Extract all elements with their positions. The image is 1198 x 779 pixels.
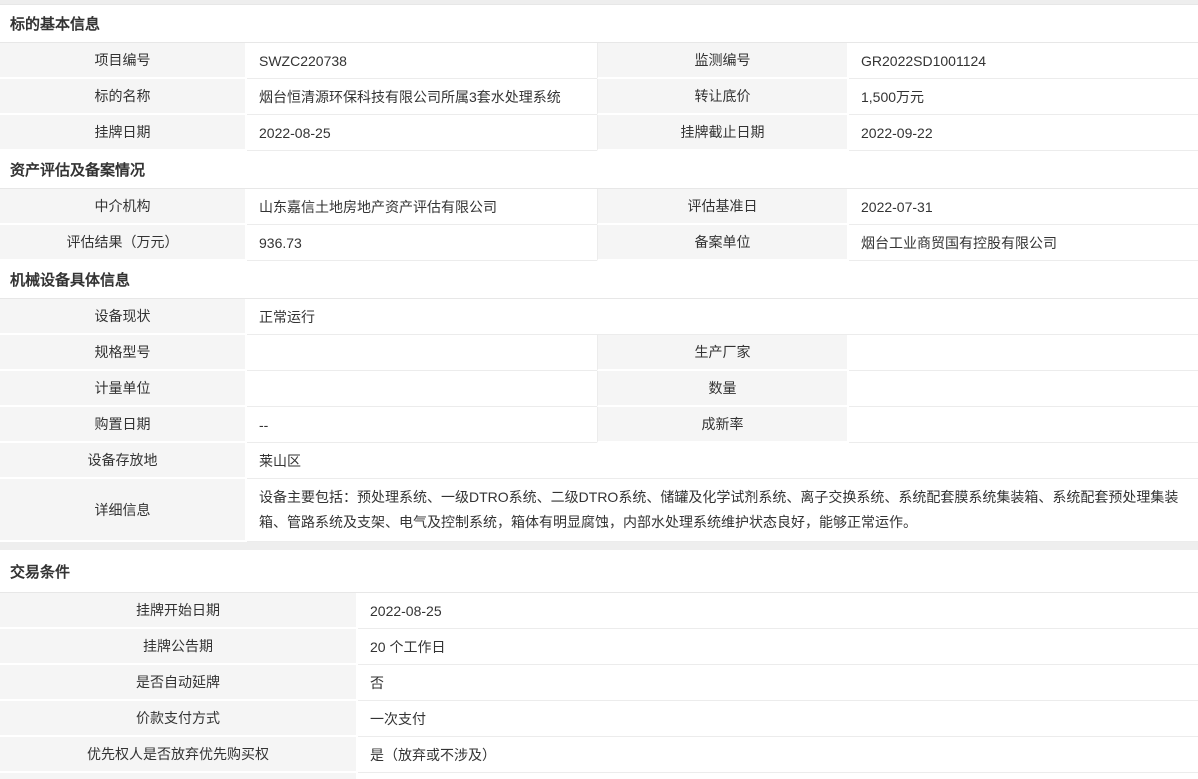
table-row: 规格型号 生产厂家 — [0, 335, 1198, 371]
section-header-appraisal: 资产评估及备案情况 — [0, 151, 1198, 189]
filing-unit-label: 备案单位 — [597, 225, 849, 261]
agency-value: 山东嘉信土地房地产资产评估有限公司 — [247, 189, 597, 225]
payment-method-label: 价款支付方式 — [0, 701, 358, 737]
section-gap-spacer — [0, 542, 1198, 550]
project-number-value: SWZC220738 — [247, 43, 597, 79]
asset-listing-page: 标的基本信息 项目编号 SWZC220738 监测编号 GR2022SD1001… — [0, 0, 1198, 779]
basic-info-table: 项目编号 SWZC220738 监测编号 GR2022SD1001124 标的名… — [0, 43, 1198, 151]
section-title-equipment: 机械设备具体信息 — [10, 269, 130, 290]
preemptive-right-label: 优先权人是否放弃优先购买权 — [0, 737, 358, 773]
table-row: 是否自动延牌 否 — [0, 665, 1198, 701]
appraisal-result-value: 936.73 — [247, 225, 597, 261]
table-row: 挂牌开始日期 2022-08-25 — [0, 593, 1198, 629]
spec-model-value — [247, 335, 597, 371]
table-row: 优先权人是否放弃优先购买权 是（放弃或不涉及） — [0, 737, 1198, 773]
announcement-period-value: 20 个工作日 — [358, 629, 1198, 665]
quantity-value — [849, 371, 1198, 407]
newness-rate-label: 成新率 — [597, 407, 849, 443]
monitor-number-value: GR2022SD1001124 — [849, 43, 1198, 79]
table-row: 挂牌公告期 20 个工作日 — [0, 629, 1198, 665]
payment-method-value: 一次支付 — [358, 701, 1198, 737]
table-row: 标的名称 烟台恒清源环保科技有限公司所属3套水处理系统 转让底价 1,500万元 — [0, 79, 1198, 115]
listing-deadline-value: 2022-09-22 — [849, 115, 1198, 151]
section-title-basic-info: 标的基本信息 — [10, 13, 100, 34]
table-row: 购置日期 -- 成新率 — [0, 407, 1198, 443]
table-row: 设备存放地 莱山区 — [0, 443, 1198, 479]
trade-conditions-table: 挂牌开始日期 2022-08-25 挂牌公告期 20 个工作日 是否自动延牌 否… — [0, 593, 1198, 779]
detail-info-value: 设备主要包括：预处理系统、一级DTRO系统、二级DTRO系统、储罐及化学试剂系统… — [247, 479, 1198, 542]
table-row: 计量单位 数量 — [0, 371, 1198, 407]
equipment-status-value: 正常运行 — [247, 299, 1198, 335]
table-row: 设备现状 正常运行 — [0, 299, 1198, 335]
listing-date-label: 挂牌日期 — [0, 115, 247, 151]
appraisal-base-date-value: 2022-07-31 — [849, 189, 1198, 225]
measure-unit-label: 计量单位 — [0, 371, 247, 407]
detail-info-label: 详细信息 — [0, 479, 247, 542]
table-row: 详细信息 设备主要包括：预处理系统、一级DTRO系统、二级DTRO系统、储罐及化… — [0, 479, 1198, 542]
monitor-number-label: 监测编号 — [597, 43, 849, 79]
appraisal-base-date-label: 评估基准日 — [597, 189, 849, 225]
announcement-period-label: 挂牌公告期 — [0, 629, 358, 665]
project-number-label: 项目编号 — [0, 43, 247, 79]
storage-location-value: 莱山区 — [247, 443, 1198, 479]
listing-date-value: 2022-08-25 — [247, 115, 597, 151]
agency-label: 中介机构 — [0, 189, 247, 225]
cutoff-row — [0, 773, 1198, 779]
cutoff-row-value — [358, 773, 1198, 779]
section-header-equipment: 机械设备具体信息 — [0, 261, 1198, 299]
filing-unit-value: 烟台工业商贸国有控股有限公司 — [849, 225, 1198, 261]
manufacturer-label: 生产厂家 — [597, 335, 849, 371]
spec-model-label: 规格型号 — [0, 335, 247, 371]
subject-name-label: 标的名称 — [0, 79, 247, 115]
transfer-base-price-label: 转让底价 — [597, 79, 849, 115]
measure-unit-value — [247, 371, 597, 407]
section-header-trade: 交易条件 — [0, 550, 1198, 593]
table-row: 项目编号 SWZC220738 监测编号 GR2022SD1001124 — [0, 43, 1198, 79]
appraisal-table: 中介机构 山东嘉信土地房地产资产评估有限公司 评估基准日 2022-07-31 … — [0, 189, 1198, 261]
table-row: 评估结果（万元） 936.73 备案单位 烟台工业商贸国有控股有限公司 — [0, 225, 1198, 261]
section-header-basic-info: 标的基本信息 — [0, 5, 1198, 43]
purchase-date-value: -- — [247, 407, 597, 443]
manufacturer-value — [849, 335, 1198, 371]
newness-rate-value — [849, 407, 1198, 443]
subject-name-value: 烟台恒清源环保科技有限公司所属3套水处理系统 — [247, 79, 597, 115]
transfer-base-price-value: 1,500万元 — [849, 79, 1198, 115]
section-title-trade: 交易条件 — [10, 561, 70, 582]
quantity-label: 数量 — [597, 371, 849, 407]
auto-extension-label: 是否自动延牌 — [0, 665, 358, 701]
section-title-appraisal: 资产评估及备案情况 — [10, 159, 145, 180]
cutoff-row-label — [0, 773, 358, 779]
equipment-status-label: 设备现状 — [0, 299, 247, 335]
equipment-table: 设备现状 正常运行 规格型号 生产厂家 计量单位 数量 购置日期 -- 成新率 — [0, 299, 1198, 542]
storage-location-label: 设备存放地 — [0, 443, 247, 479]
table-row: 价款支付方式 一次支付 — [0, 701, 1198, 737]
purchase-date-label: 购置日期 — [0, 407, 247, 443]
listing-start-date-value: 2022-08-25 — [358, 593, 1198, 629]
trade-conditions-card: 交易条件 挂牌开始日期 2022-08-25 挂牌公告期 20 个工作日 是否自… — [0, 550, 1198, 779]
appraisal-result-label: 评估结果（万元） — [0, 225, 247, 261]
listing-start-date-label: 挂牌开始日期 — [0, 593, 358, 629]
table-row: 挂牌日期 2022-08-25 挂牌截止日期 2022-09-22 — [0, 115, 1198, 151]
table-row: 中介机构 山东嘉信土地房地产资产评估有限公司 评估基准日 2022-07-31 — [0, 189, 1198, 225]
asset-detail-card: 标的基本信息 项目编号 SWZC220738 监测编号 GR2022SD1001… — [0, 4, 1198, 542]
preemptive-right-value: 是（放弃或不涉及） — [358, 737, 1198, 773]
auto-extension-value: 否 — [358, 665, 1198, 701]
listing-deadline-label: 挂牌截止日期 — [597, 115, 849, 151]
